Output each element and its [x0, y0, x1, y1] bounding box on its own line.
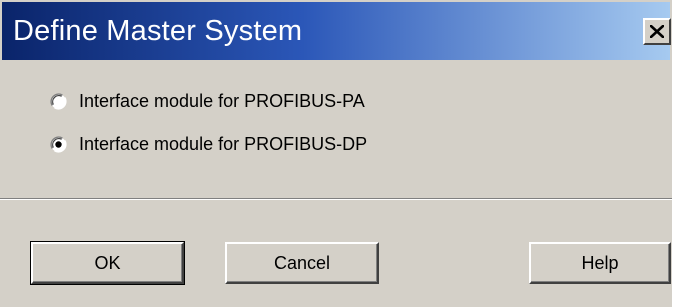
separator	[0, 198, 672, 200]
close-icon	[650, 25, 664, 38]
help-button[interactable]: Help	[529, 242, 671, 284]
ok-button[interactable]: OK	[30, 241, 185, 285]
radio-unselected-icon[interactable]	[50, 92, 67, 110]
cancel-button[interactable]: Cancel	[225, 242, 379, 284]
close-button[interactable]	[643, 18, 671, 45]
radio-selected-icon[interactable]	[50, 135, 67, 153]
option-profibus-dp[interactable]: Interface module for PROFIBUS-DP	[50, 133, 367, 155]
option-label-profibus-pa: Interface module for PROFIBUS-PA	[79, 90, 365, 111]
option-profibus-pa[interactable]: Interface module for PROFIBUS-PA	[50, 90, 365, 112]
option-label-profibus-dp: Interface module for PROFIBUS-DP	[79, 133, 368, 154]
window-title: Define Master System	[13, 15, 303, 47]
title-bar: Define Master System	[2, 2, 671, 60]
define-master-system-dialog: Define Master System Interface module fo…	[0, 0, 672, 307]
